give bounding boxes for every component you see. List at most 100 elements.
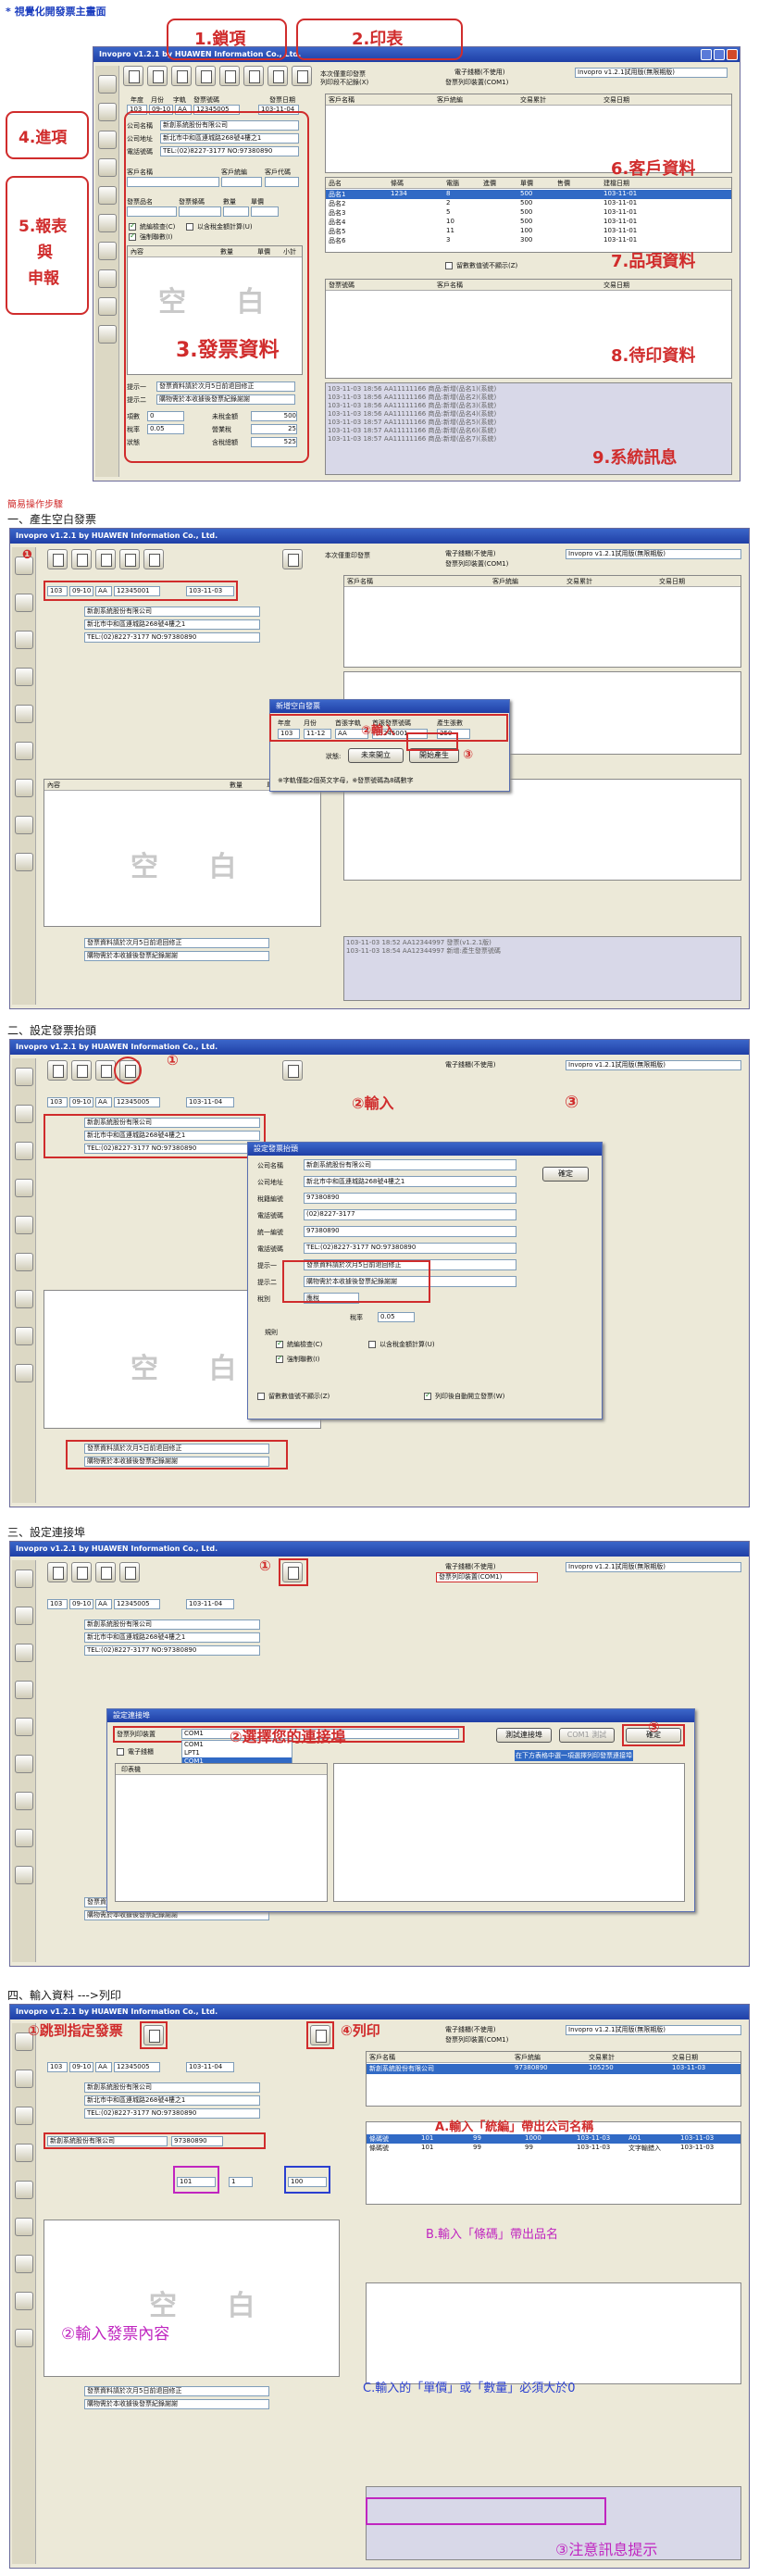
s4-qty-field[interactable]: 1 bbox=[229, 2177, 253, 2187]
s4-settings-icon[interactable] bbox=[15, 2292, 33, 2310]
minimize-icon[interactable] bbox=[701, 49, 712, 60]
s2-track[interactable]: AA bbox=[95, 1097, 112, 1107]
s4-cust-field[interactable]: 新創系統股份有限公司 bbox=[47, 2136, 168, 2146]
s1-filter-icon[interactable] bbox=[15, 705, 33, 723]
s2-chart-icon[interactable] bbox=[15, 1179, 33, 1197]
item-row[interactable]: 品名5 11 100 103-11-01 bbox=[326, 227, 731, 236]
s3-detail-grid[interactable] bbox=[333, 1763, 685, 1902]
s2-cb3[interactable] bbox=[276, 1354, 283, 1363]
s2-new-icon[interactable] bbox=[47, 1060, 68, 1081]
s2-address[interactable]: 新北市中和區連城路268號4樓之1 bbox=[84, 1131, 260, 1141]
s2-cb1[interactable] bbox=[276, 1339, 283, 1348]
s2-company[interactable]: 新創系統股份有限公司 bbox=[84, 1118, 260, 1128]
s2-open-icon[interactable] bbox=[95, 1060, 116, 1081]
help-icon[interactable] bbox=[98, 297, 117, 316]
s4-report-icon[interactable] bbox=[15, 2070, 33, 2088]
chart-icon[interactable] bbox=[98, 158, 117, 177]
s4-export-icon[interactable] bbox=[15, 2107, 33, 2125]
s3-printer-grid[interactable]: 印表機 bbox=[115, 1763, 328, 1902]
s1-year[interactable]: 103 bbox=[47, 586, 68, 596]
s1-customer-grid[interactable]: 客戶名稱 客戶統編 交易累計 交易日期 bbox=[343, 575, 741, 668]
s4-date[interactable]: 103-11-04 bbox=[186, 2062, 234, 2072]
s2-settings-icon[interactable] bbox=[15, 1327, 33, 1345]
s3-table-icon[interactable] bbox=[15, 1755, 33, 1773]
s2-copy-icon[interactable] bbox=[71, 1060, 92, 1081]
table-icon[interactable] bbox=[98, 214, 117, 232]
s1-settings-icon[interactable] bbox=[15, 816, 33, 834]
printer-icon[interactable] bbox=[268, 66, 288, 86]
s3-report-icon[interactable] bbox=[15, 1607, 33, 1625]
s4-pending-grid[interactable] bbox=[366, 2282, 741, 2384]
report-icon[interactable] bbox=[98, 103, 117, 121]
print-icon[interactable] bbox=[98, 325, 117, 344]
s1-table-icon[interactable] bbox=[15, 742, 33, 760]
s2-phone[interactable]: TEL:(02)8227-3177 NO:97380890 bbox=[84, 1144, 260, 1154]
s4-item-row[interactable]: 條碼號 101 99 1000 103-11-03 A01 103-11-03 bbox=[367, 2134, 740, 2144]
s3-status-button[interactable]: COM1 測試 bbox=[559, 1728, 615, 1743]
s2-help-icon[interactable] bbox=[15, 1364, 33, 1382]
s2-num[interactable]: 12345005 bbox=[114, 1097, 160, 1107]
s4-track[interactable]: AA bbox=[95, 2062, 112, 2072]
item-row[interactable]: 品名1 1234 8 500 103-11-01 bbox=[326, 190, 731, 199]
close-icon[interactable] bbox=[727, 49, 738, 60]
s1-save-icon[interactable] bbox=[119, 549, 140, 569]
s3-test-button[interactable]: 測試連接埠 bbox=[496, 1728, 552, 1743]
s4-tip2[interactable]: 購物需於本收據後發票紀錄謝謝 bbox=[84, 2399, 269, 2409]
s1-d-status-button[interactable]: 未來開立 bbox=[348, 748, 404, 763]
s4-customer-grid[interactable]: 客戶名稱 客戶統編 交易累計 交易日期 新創系統股份有限公司 97380890 105… bbox=[366, 2051, 741, 2107]
item-grid[interactable]: 品名 條碼 電腦 進價 單價 售價 建檔日期 品名1 1234 8 500 103-11… bbox=[325, 177, 732, 253]
s2-form-field[interactable]: TEL:(02)8227-3177 NO:97380890 bbox=[304, 1243, 516, 1254]
s1-track[interactable]: AA bbox=[95, 586, 112, 596]
s1-pending-grid[interactable] bbox=[343, 779, 741, 881]
s4-price-field[interactable]: 100 bbox=[288, 2177, 327, 2187]
s3-company[interactable]: 新創系統股份有限公司 bbox=[84, 1619, 260, 1630]
s2-rate-field[interactable]: 0.05 bbox=[378, 1312, 415, 1322]
s4-calc-icon[interactable] bbox=[15, 2255, 33, 2273]
s1-tip1[interactable]: 發票資料請於次月5日前退回修正 bbox=[84, 938, 269, 948]
s2-cb5[interactable] bbox=[424, 1391, 431, 1400]
s3-copy-icon[interactable] bbox=[71, 1562, 92, 1582]
s2-date[interactable]: 103-11-04 bbox=[186, 1097, 234, 1107]
s1-calc-icon[interactable] bbox=[15, 779, 33, 797]
s1-date[interactable]: 103-11-03 bbox=[186, 586, 234, 596]
s4-month[interactable]: 09-10 bbox=[69, 2062, 93, 2072]
s3-year[interactable]: 103 bbox=[47, 1599, 68, 1609]
s4-company[interactable]: 新創系統股份有限公司 bbox=[84, 2082, 260, 2093]
grid-icon[interactable] bbox=[243, 66, 264, 86]
item-row[interactable]: 品名3 5 500 103-11-01 bbox=[326, 208, 731, 218]
s3-num[interactable]: 12345005 bbox=[114, 1599, 160, 1609]
s3-cash-checkbox[interactable] bbox=[117, 1748, 124, 1756]
s4-num[interactable]: 12345005 bbox=[114, 2062, 160, 2072]
s3-chart-icon[interactable] bbox=[15, 1681, 33, 1699]
s3-purchase-icon[interactable] bbox=[15, 1569, 33, 1588]
s1-company[interactable]: 新創系統股份有限公司 bbox=[84, 606, 260, 617]
s1-report-icon[interactable] bbox=[15, 594, 33, 612]
s2-purchase-icon[interactable] bbox=[15, 1068, 33, 1086]
s2-year[interactable]: 103 bbox=[47, 1097, 68, 1107]
filter-icon[interactable] bbox=[98, 186, 117, 205]
s3-date[interactable]: 103-11-04 bbox=[186, 1599, 234, 1609]
copy-invoice-icon[interactable] bbox=[147, 66, 168, 86]
s1-phone[interactable]: TEL:(02)8227-3177 NO:97380890 bbox=[84, 632, 260, 643]
s4-cust-row[interactable]: 新創系統股份有限公司 97380890 105250 103-11-03 bbox=[367, 2064, 740, 2074]
settings-icon[interactable] bbox=[98, 269, 117, 288]
item-row[interactable]: 品名6 3 300 103-11-01 bbox=[326, 236, 731, 245]
s3-filter-icon[interactable] bbox=[15, 1718, 33, 1736]
s4-year[interactable]: 103 bbox=[47, 2062, 68, 2072]
s3-settings-icon[interactable] bbox=[15, 1829, 33, 1847]
s4-filter-icon[interactable] bbox=[15, 2181, 33, 2199]
open-invoice-icon[interactable] bbox=[171, 66, 192, 86]
s4-phone[interactable]: TEL:(02)8227-3177 NO:97380890 bbox=[84, 2108, 260, 2119]
s4-address[interactable]: 新北市中和區連城路268號4樓之1 bbox=[84, 2095, 260, 2106]
s2-form-field[interactable]: 新北市中和區連城路268號4樓之1 bbox=[304, 1176, 516, 1187]
print-setup-icon[interactable] bbox=[292, 66, 312, 86]
s2-tip2[interactable]: 購物需於本收據後發票紀錄謝謝 bbox=[84, 1457, 269, 1467]
s3-track[interactable]: AA bbox=[95, 1599, 112, 1609]
s2-report-icon[interactable] bbox=[15, 1105, 33, 1123]
s2-ok-button[interactable]: 確定 bbox=[542, 1167, 589, 1182]
hide-count-checkbox[interactable] bbox=[445, 262, 453, 269]
s2-export-icon[interactable] bbox=[15, 1142, 33, 1160]
s2-form-field[interactable]: 新創系統股份有限公司 bbox=[304, 1159, 516, 1170]
maximize-icon[interactable] bbox=[714, 49, 725, 60]
s1-new-invoice-icon[interactable] bbox=[47, 549, 68, 569]
